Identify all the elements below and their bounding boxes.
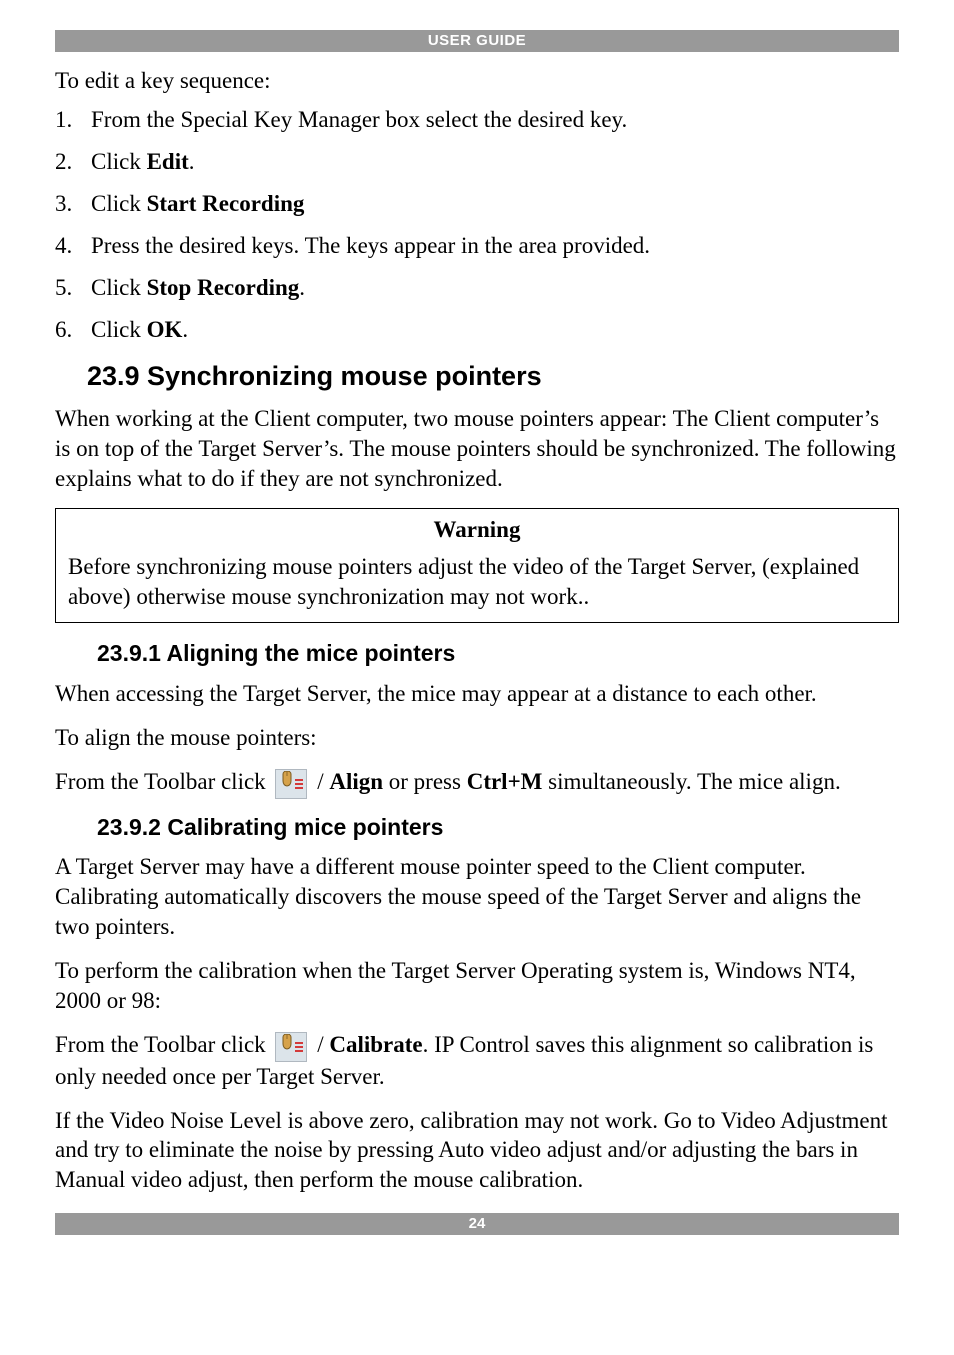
section-23-9-1-para1: When accessing the Target Server, the mi… (55, 679, 899, 709)
step-text: From the Special Key Manager box select … (91, 107, 627, 132)
header-bar: USER GUIDE (55, 30, 899, 52)
section-23-9-1-title: 23.9.1 Aligning the mice pointers (97, 639, 899, 669)
warning-box: Warning Before synchronizing mouse point… (55, 508, 899, 624)
calibrate-pre: From the Toolbar click (55, 1032, 271, 1057)
step-text: Press the desired keys. The keys appear … (91, 233, 650, 258)
step-bold: OK (147, 317, 183, 342)
section-23-9-para: When working at the Client computer, two… (55, 404, 899, 494)
section-23-9-2-para3: If the Video Noise Level is above zero, … (55, 1106, 899, 1196)
warning-body: Before synchronizing mouse pointers adju… (68, 552, 886, 612)
align-mid2: or press (383, 769, 467, 794)
section-23-9-2-para1: A Target Server may have a different mou… (55, 852, 899, 942)
edit-steps-list: From the Special Key Manager box select … (55, 105, 899, 344)
warning-title: Warning (68, 515, 886, 545)
step-text: Click (91, 149, 147, 174)
footer-bar: 24 (55, 1213, 899, 1235)
list-item: Press the desired keys. The keys appear … (55, 231, 899, 261)
calibrate-bold: Calibrate (329, 1032, 422, 1057)
list-item: Click OK. (55, 315, 899, 345)
mouse-align-icon (275, 769, 307, 799)
step-post: . (299, 275, 305, 300)
calibrate-mid: / (317, 1032, 329, 1057)
list-item: Click Edit. (55, 147, 899, 177)
step-bold: Stop Recording (147, 275, 300, 300)
section-23-9-2-para2: To perform the calibration when the Targ… (55, 956, 899, 1016)
list-item: Click Stop Recording. (55, 273, 899, 303)
list-item: From the Special Key Manager box select … (55, 105, 899, 135)
step-bold: Start Recording (147, 191, 305, 216)
mouse-calibrate-icon (275, 1032, 307, 1062)
align-bold1: Align (329, 769, 383, 794)
step-post: . (182, 317, 188, 342)
step-bold: Edit (147, 149, 189, 174)
list-item: Click Start Recording (55, 189, 899, 219)
section-23-9-1-para2: To align the mouse pointers: (55, 723, 899, 753)
section-23-9-2-title: 23.9.2 Calibrating mice pointers (97, 813, 899, 843)
step-text: Click (91, 275, 147, 300)
section-23-9-title: 23.9 Synchronizing mouse pointers (87, 359, 899, 394)
calibrate-instruction: From the Toolbar click / Calibrate. IP C… (55, 1030, 899, 1092)
edit-sequence-intro: To edit a key sequence: (55, 66, 899, 96)
align-bold2: Ctrl+M (467, 769, 543, 794)
align-pre: From the Toolbar click (55, 769, 271, 794)
align-post: simultaneously. The mice align. (542, 769, 840, 794)
align-instruction: From the Toolbar click / Align or press … (55, 767, 899, 799)
step-post: . (189, 149, 195, 174)
align-mid1: / (317, 769, 329, 794)
step-text: Click (91, 191, 147, 216)
step-text: Click (91, 317, 147, 342)
